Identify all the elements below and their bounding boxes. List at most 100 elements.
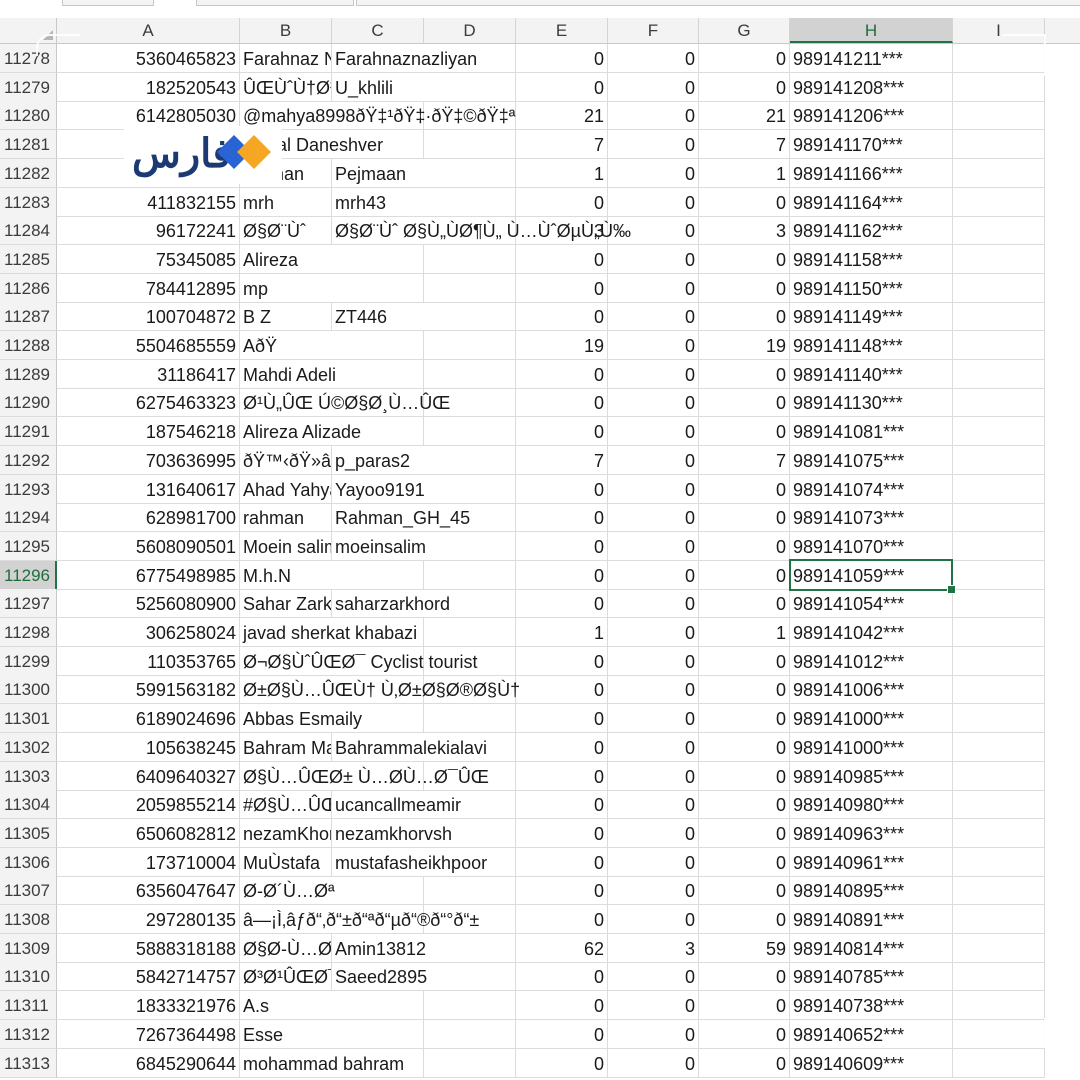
cell-g[interactable]: 0 <box>699 474 790 504</box>
cell-f[interactable]: 0 <box>608 790 699 820</box>
row-header[interactable]: 11292 <box>0 445 57 475</box>
cell-g[interactable]: 0 <box>699 244 790 274</box>
cell-e[interactable]: 0 <box>516 244 608 274</box>
cell-c[interactable]: Amin13812 <box>332 934 516 963</box>
cell-i[interactable] <box>953 675 1045 705</box>
cell-a[interactable]: 628981700 <box>57 503 240 533</box>
cell-e[interactable]: 19 <box>516 331 608 360</box>
column-header-c[interactable]: C <box>332 18 424 43</box>
cell-b[interactable]: Ø¹Ù„ÛŒ Ú©Ø§Ø¸Ù…ÛŒ <box>240 388 516 418</box>
cell-c[interactable]: Bahrammalekialavi <box>332 733 516 762</box>
cell-a[interactable]: 110353765 <box>57 646 240 676</box>
column-header-d[interactable]: D <box>424 18 516 43</box>
cell-h[interactable]: 989140961*** <box>790 847 953 877</box>
cell-e[interactable]: 0 <box>516 388 608 418</box>
cell-h[interactable]: 989140738*** <box>790 991 953 1021</box>
cell-i[interactable] <box>953 158 1045 188</box>
cell-e[interactable]: 0 <box>516 273 608 303</box>
cell-i[interactable] <box>953 130 1045 160</box>
row-header[interactable]: 11282 <box>0 158 57 188</box>
cell-b[interactable]: mrh <box>240 187 332 217</box>
cell-b[interactable]: Alireza Alizade <box>240 417 516 447</box>
cell-a[interactable]: 5504685559 <box>57 331 240 360</box>
column-header-g[interactable]: G <box>699 18 790 43</box>
row-header[interactable]: 11294 <box>0 503 57 533</box>
cell-g[interactable]: 0 <box>699 273 790 303</box>
cell-b[interactable]: Ø§Ø¨Ùˆ <box>240 216 332 246</box>
cell-i[interactable] <box>953 273 1045 303</box>
cell-i[interactable] <box>953 818 1045 848</box>
cell-g[interactable]: 0 <box>699 905 790 934</box>
row-header[interactable]: 11288 <box>0 331 57 360</box>
cell-h[interactable]: 989141054*** <box>790 589 953 619</box>
cell-c[interactable]: saharzarkhord <box>332 589 516 619</box>
cell-e[interactable]: 0 <box>516 44 608 73</box>
cell-f[interactable]: 0 <box>608 359 699 389</box>
row-header[interactable]: 11308 <box>0 905 57 934</box>
cell-f[interactable]: 0 <box>608 675 699 705</box>
cell-b[interactable]: mp <box>240 274 516 303</box>
cell-f[interactable]: 0 <box>608 589 699 619</box>
cell-g[interactable]: 3 <box>699 216 790 246</box>
cell-c[interactable]: ZT446 <box>332 302 516 332</box>
cell-a[interactable]: 182520543 <box>57 72 240 102</box>
cell-g[interactable]: 0 <box>699 732 790 762</box>
row-header[interactable]: 11295 <box>0 531 57 561</box>
row-header[interactable]: 11279 <box>0 72 57 102</box>
cell-f[interactable]: 0 <box>608 388 699 418</box>
cell-a[interactable]: 6189024696 <box>57 704 240 734</box>
cell-a[interactable]: 6775498985 <box>57 560 240 590</box>
cell-h[interactable]: 989141164*** <box>790 187 953 217</box>
cell-a[interactable]: 105638245 <box>57 732 240 762</box>
cell-e[interactable]: 0 <box>516 790 608 820</box>
cell-b[interactable]: Ø-Ø´Ù…Øª <box>240 876 516 906</box>
cell-i[interactable] <box>953 302 1045 332</box>
cell-g[interactable]: 0 <box>699 560 790 590</box>
cell-i[interactable] <box>953 560 1045 590</box>
cell-g[interactable]: 0 <box>699 388 790 418</box>
column-header-e[interactable]: E <box>516 18 608 43</box>
cell-i[interactable] <box>953 417 1045 447</box>
cell-e[interactable]: 0 <box>516 560 608 590</box>
cell-i[interactable] <box>953 933 1045 963</box>
cell-i[interactable] <box>953 72 1045 102</box>
cell-e[interactable]: 0 <box>516 531 608 561</box>
cell-h[interactable]: 989141158*** <box>790 244 953 274</box>
cell-h[interactable]: 989141074*** <box>790 474 953 504</box>
cell-h[interactable]: 989141149*** <box>790 302 953 332</box>
cell-g[interactable]: 0 <box>699 72 790 102</box>
cell-h[interactable]: 989141073*** <box>790 503 953 533</box>
row-header[interactable]: 11303 <box>0 761 57 791</box>
cell-a[interactable]: 6506082812 <box>57 818 240 848</box>
cell-g[interactable]: 0 <box>699 818 790 848</box>
cell-h[interactable]: 989141206*** <box>790 101 953 131</box>
cell-g[interactable]: 1 <box>699 618 790 647</box>
cell-f[interactable]: 0 <box>608 331 699 360</box>
cell-f[interactable]: 0 <box>608 130 699 160</box>
cell-a[interactable]: 31186417 <box>57 359 240 389</box>
row-header[interactable]: 11287 <box>0 302 57 332</box>
cell-h[interactable]: 989141211*** <box>790 44 953 73</box>
cell-e[interactable]: 0 <box>516 1048 608 1078</box>
cell-h[interactable]: 989141140*** <box>790 359 953 389</box>
name-box[interactable] <box>62 0 154 6</box>
formula-bar[interactable] <box>196 0 354 6</box>
cell-a[interactable]: 2059855214 <box>57 790 240 820</box>
cell-e[interactable]: 7 <box>516 130 608 160</box>
column-header-h[interactable]: H <box>790 18 953 43</box>
cell-g[interactable]: 0 <box>699 1019 790 1049</box>
column-header-f[interactable]: F <box>608 18 699 43</box>
cell-a[interactable]: 5360465823 <box>57 44 240 73</box>
cell-i[interactable] <box>953 531 1045 561</box>
cell-c[interactable]: moeinsalim <box>332 532 516 561</box>
cell-e[interactable]: 0 <box>516 589 608 619</box>
column-header-b[interactable]: B <box>240 18 332 43</box>
cell-g[interactable]: 0 <box>699 847 790 877</box>
cell-e[interactable]: 0 <box>516 732 608 762</box>
row-header[interactable]: 11283 <box>0 187 57 217</box>
cell-h[interactable]: 989140814*** <box>790 933 953 963</box>
cell-h[interactable]: 989140652*** <box>790 1019 953 1049</box>
row-header[interactable]: 11306 <box>0 847 57 877</box>
cell-a[interactable]: 100704872 <box>57 302 240 332</box>
cell-f[interactable]: 0 <box>608 761 699 791</box>
